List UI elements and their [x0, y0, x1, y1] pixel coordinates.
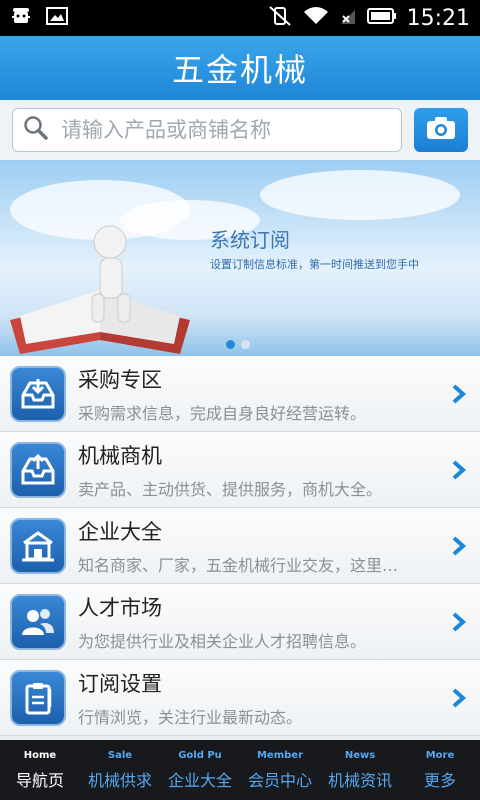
status-time: 15:21 [406, 5, 470, 31]
chevron-right-icon [448, 384, 470, 404]
search-box[interactable] [12, 108, 402, 152]
camera-scan-button[interactable] [414, 108, 468, 152]
menu-item-subscription[interactable]: 订阅设置 行情浏览，关注行业最新动态。 [0, 660, 480, 736]
page-title: 五金机械 [171, 51, 308, 89]
chevron-right-icon [448, 536, 470, 556]
chevron-right-icon [448, 460, 470, 480]
menu-item-title: 机械商机 [78, 443, 162, 468]
tab-more[interactable]: More 更多 [400, 740, 480, 800]
tab-sale[interactable]: Sale 机械供求 [80, 740, 160, 800]
banner-subtitle: 设置订制信息标准，第一时间推送到您手中 [210, 258, 419, 271]
menu-item-desc: 知名商家、厂家，五金机械行业交友，这里… [78, 555, 399, 575]
menu-item-title: 企业大全 [78, 519, 162, 544]
tab-label: 机械资讯 [327, 771, 392, 790]
search-row [0, 100, 480, 160]
carousel-indicator [226, 340, 250, 349]
menu-item-desc: 行情浏览，关注行业最新动态。 [78, 707, 303, 727]
camera-icon [426, 116, 456, 144]
tab-enterprises[interactable]: Gold Pu 企业大全 [160, 740, 240, 800]
tab-label-en: Member [256, 750, 304, 761]
menu-item-title: 人才市场 [78, 595, 162, 620]
tab-member[interactable]: Member 会员中心 [240, 740, 320, 800]
chevron-right-icon [448, 612, 470, 632]
battery-icon [366, 7, 397, 29]
wifi-icon [303, 6, 329, 30]
inbox-download-icon [10, 365, 66, 422]
search-icon [23, 115, 49, 145]
tab-label-en: News [344, 750, 376, 761]
carousel-dot[interactable] [241, 340, 250, 349]
menu-item-title: 采购专区 [78, 367, 162, 392]
carousel-dot-active[interactable] [226, 340, 235, 349]
tab-label-en: More [425, 750, 455, 761]
menu-item-talent[interactable]: 人才市场 为您提供行业及相关企业人才招聘信息。 [0, 584, 480, 660]
tab-label: 机械供求 [87, 771, 152, 790]
building-icon [10, 517, 66, 574]
search-input[interactable] [61, 118, 391, 142]
menu-item-desc: 采购需求信息，完成自身良好经营运转。 [78, 403, 367, 423]
menu-item-desc: 为您提供行业及相关企业人才招聘信息。 [78, 631, 367, 651]
menu-item-title: 订阅设置 [78, 671, 162, 696]
menu-item-desc: 卖产品、主动供货、提供服务，商机大全。 [78, 479, 383, 499]
tab-label-en: Sale [107, 750, 133, 761]
tab-label: 更多 [423, 771, 456, 790]
status-bar: 15:21 [0, 0, 480, 36]
tab-label: 会员中心 [247, 771, 312, 790]
people-icon [10, 593, 66, 650]
menu-item-business[interactable]: 机械商机 卖产品、主动供货、提供服务，商机大全。 [0, 432, 480, 508]
cloud-decoration [260, 170, 460, 220]
inbox-upload-icon [10, 441, 66, 498]
tab-home[interactable]: Home 导航页 [0, 740, 80, 800]
promo-banner[interactable]: 系统订阅 设置订制信息标准，第一时间推送到您手中 [0, 160, 480, 356]
menu-item-procurement[interactable]: 采购专区 采购需求信息，完成自身良好经营运转。 [0, 356, 480, 432]
book-figure-illustration [0, 220, 200, 356]
tab-label: 企业大全 [167, 771, 232, 790]
android-debug-icon [10, 5, 32, 31]
tab-news[interactable]: News 机械资讯 [320, 740, 400, 800]
banner-title: 系统订阅 [210, 228, 290, 252]
tab-label: 导航页 [15, 771, 64, 790]
clipboard-icon [10, 669, 66, 726]
bottom-tab-bar: Home 导航页 Sale 机械供求 Gold Pu 企业大全 Member 会… [0, 740, 480, 800]
app-header: 五金机械 [0, 36, 480, 100]
tab-label-en: Home [23, 750, 57, 761]
vibrate-off-icon [267, 5, 293, 31]
menu-list: 采购专区 采购需求信息，完成自身良好经营运转。 机械商机 卖产品、主动供货、提供… [0, 356, 480, 736]
menu-item-enterprises[interactable]: 企业大全 知名商家、厂家，五金机械行业交友，这里… [0, 508, 480, 584]
signal-off-icon [339, 6, 357, 30]
image-notification-icon [46, 7, 68, 29]
chevron-right-icon [448, 688, 470, 708]
tab-label-en: Gold Pu [178, 750, 222, 761]
